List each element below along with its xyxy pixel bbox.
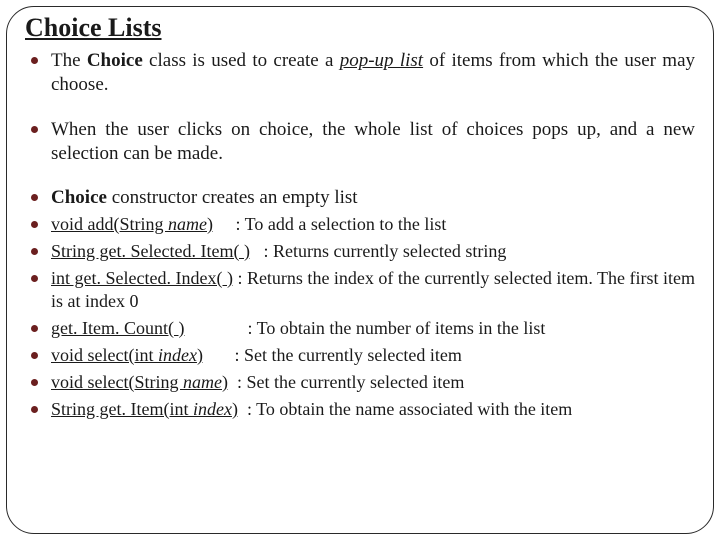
method-item: void select(int index) : Set the current… (25, 344, 695, 367)
text: void add(String (51, 214, 168, 234)
text: The (51, 50, 87, 71)
method-item: void select(String name) : Set the curre… (25, 371, 695, 394)
sig: get. Item. Count( ) (51, 318, 184, 338)
bullet-1: The Choice class is used to create a pop… (25, 49, 695, 98)
desc: : Set the currently selected item (228, 372, 464, 392)
text: class is used to create a (143, 50, 340, 71)
arg: index (193, 399, 232, 419)
method-list: void add(String name) : To add a selecti… (25, 213, 695, 421)
desc: : Set the currently selected item (203, 345, 462, 365)
text: String get. Item(int (51, 399, 193, 419)
arg: name (183, 372, 222, 392)
method-item: get. Item. Count( ) : To obtain the numb… (25, 317, 695, 340)
text: constructor creates an empty list (107, 187, 358, 208)
main-list: The Choice class is used to create a pop… (25, 49, 695, 211)
desc: : To add a selection to the list (213, 214, 446, 234)
bold-text: Choice (87, 50, 143, 71)
arg: index (158, 345, 197, 365)
method-item: String get. Selected. Item( ) : Returns … (25, 240, 695, 263)
method-item: String get. Item(int index) : To obtain … (25, 398, 695, 421)
method-item: int get. Selected. Index( ) : Returns th… (25, 267, 695, 313)
desc: : Returns currently selected string (250, 241, 506, 261)
text: void select(int (51, 345, 158, 365)
text: When the user clicks on choice, the whol… (51, 119, 695, 164)
bold-text: Choice (51, 187, 107, 208)
desc: : To obtain the name associated with the… (238, 399, 572, 419)
sig: String get. Selected. Item( ) (51, 241, 250, 261)
desc: : To obtain the number of items in the l… (184, 318, 545, 338)
slide-title: Choice Lists (25, 13, 695, 43)
italic-underline-text: pop-up list (340, 50, 423, 71)
method-item: void add(String name) : To add a selecti… (25, 213, 695, 236)
sig: int get. Selected. Index( ) (51, 268, 233, 288)
arg: name (168, 214, 207, 234)
text: void select(String (51, 372, 183, 392)
bullet-2: When the user clicks on choice, the whol… (25, 118, 695, 167)
bullet-3: Choice constructor creates an empty list (25, 186, 695, 210)
slide-frame: Choice Lists The Choice class is used to… (6, 6, 714, 534)
